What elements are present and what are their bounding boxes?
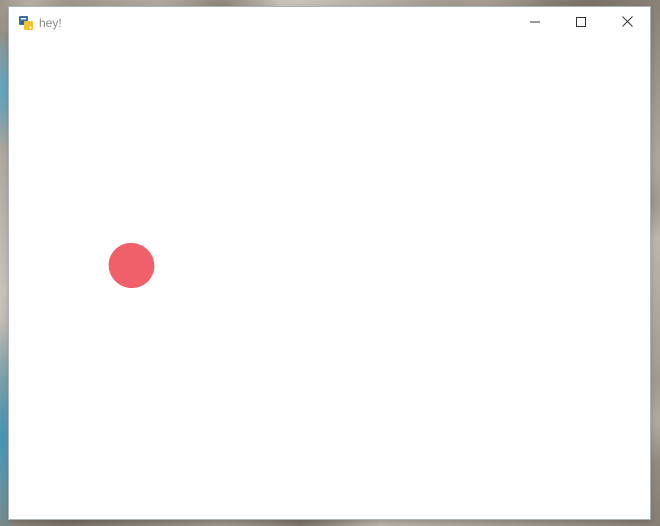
close-button[interactable] xyxy=(604,7,650,38)
maximize-icon xyxy=(576,14,586,32)
python-icon xyxy=(18,15,34,31)
window-title: hey! xyxy=(39,16,62,30)
minimize-icon xyxy=(530,14,540,32)
app-window: hey! xyxy=(9,7,650,519)
maximize-button[interactable] xyxy=(558,7,604,38)
drawing-canvas[interactable] xyxy=(9,38,650,519)
title-bar[interactable]: hey! xyxy=(9,7,650,38)
minimize-button[interactable] xyxy=(512,7,558,38)
close-icon xyxy=(621,14,633,32)
red-ball xyxy=(108,242,155,289)
